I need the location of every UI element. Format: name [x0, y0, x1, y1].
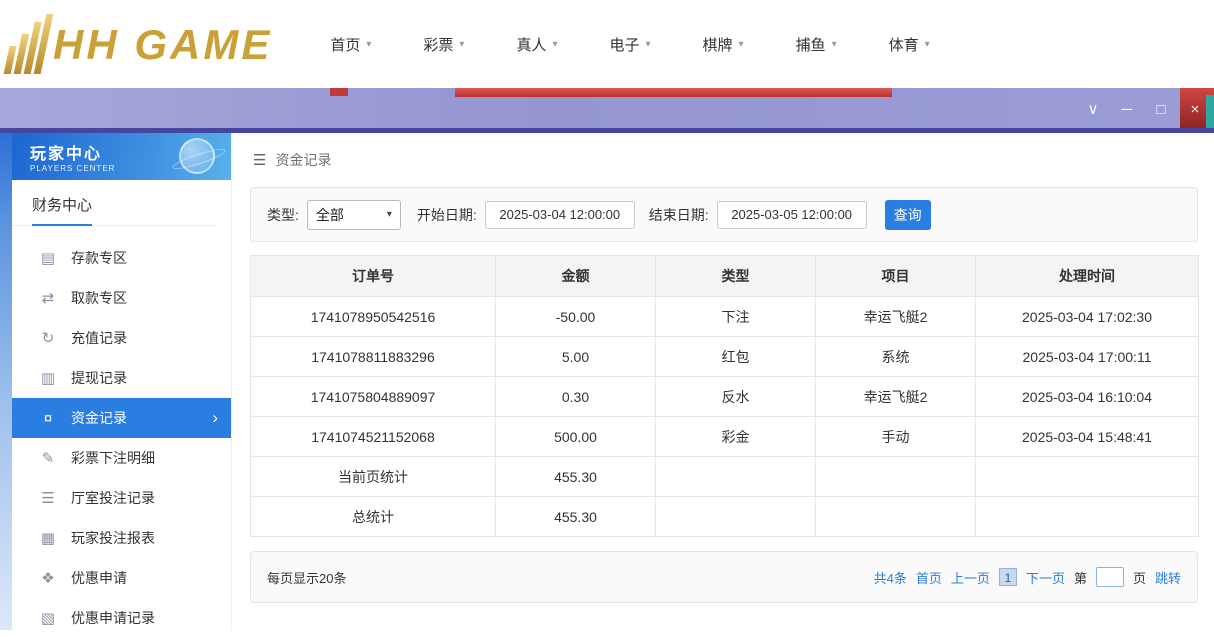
current-page-badge[interactable]: 1: [999, 568, 1017, 586]
main-nav: 首页 ▾ 彩票 ▾ 真人 ▾ 电子 ▾ 棋牌 ▾ 捕鱼 ▾ 体育 ▾: [330, 34, 929, 55]
banner-fragment: [455, 88, 892, 97]
sidebar-item-hall-bet-records[interactable]: ☰ 厅室投注记录: [12, 478, 231, 518]
window-close-button[interactable]: ×: [1186, 100, 1204, 120]
site-logo: HH GAME: [10, 14, 272, 74]
start-date-label: 开始日期:: [417, 205, 477, 225]
records-table: 订单号 金额 类型 项目 处理时间 1741078950542516 -50.0…: [250, 255, 1198, 537]
funds-icon: ¤: [39, 410, 57, 427]
chevron-down-icon: ▾: [387, 209, 392, 220]
table-row: 1741075804889097 0.30 反水 幸运飞艇2 2025-03-0…: [251, 377, 1199, 417]
sidebar-items: ▤ 存款专区 ⇄ 取款专区 ↻ 充值记录 ▥ 提现记录 ¤ 资金记录 › ✎ 彩…: [12, 238, 231, 638]
window-titlebar: ∨ ─ □ ×: [0, 88, 1214, 133]
hall-bets-icon: ☰: [39, 489, 57, 507]
filter-panel: 类型: 全部 ▾ 开始日期: 结束日期: 查询: [250, 187, 1198, 242]
sidebar-item-withdraw-zone[interactable]: ⇄ 取款专区: [12, 278, 231, 318]
chevron-down-icon: ▾: [739, 39, 744, 50]
table-row: 1741078811883296 5.00 红包 系统 2025-03-04 1…: [251, 337, 1199, 377]
recharge-icon: ↻: [39, 329, 57, 347]
table-row: 1741074521152068 500.00 彩金 手动 2025-03-04…: [251, 417, 1199, 457]
top-header: HH GAME 首页 ▾ 彩票 ▾ 真人 ▾ 电子 ▾ 棋牌 ▾ 捕鱼 ▾ 体育…: [0, 0, 1214, 88]
report-icon: ▦: [39, 529, 57, 547]
chevron-down-icon: ▾: [646, 39, 651, 50]
chevron-down-icon: ▾: [459, 39, 464, 50]
first-page-link[interactable]: 首页: [916, 568, 942, 587]
end-date-input[interactable]: [717, 201, 867, 229]
sidebar-item-promo-apply-records[interactable]: ▧ 优惠申请记录: [12, 598, 231, 638]
deposit-icon: ▤: [39, 249, 57, 267]
breadcrumb: ☰ 资金记录: [237, 133, 1214, 170]
pager: 共4条 首页 上一页 1 下一页 第 页 跳转: [874, 567, 1181, 587]
withdrawal-record-icon: ▥: [39, 369, 57, 387]
per-page-label: 每页显示20条: [267, 568, 346, 587]
player-center-sidebar: 玩家中心 PLAYERS CENTER 财务中心 ▤ 存款专区 ⇄ 取款专区 ↻…: [12, 133, 232, 630]
total-count: 共4条: [874, 568, 907, 587]
nav-item-home[interactable]: 首页 ▾: [330, 34, 371, 55]
window-collapse-button[interactable]: ∨: [1084, 100, 1102, 120]
banner-fragment: [330, 88, 348, 96]
col-type: 类型: [656, 256, 816, 297]
pagination-bar: 每页显示20条 共4条 首页 上一页 1 下一页 第 页 跳转: [250, 551, 1198, 603]
window-left-strip: [0, 133, 12, 630]
nav-item-fishing[interactable]: 捕鱼 ▾: [796, 34, 837, 55]
start-date-input[interactable]: [485, 201, 635, 229]
table-header-row: 订单号 金额 类型 项目 处理时间: [251, 256, 1199, 297]
query-button[interactable]: 查询: [885, 200, 931, 230]
window-titlebar-edge: [0, 128, 1214, 133]
col-order-id: 订单号: [251, 256, 496, 297]
table-summary-row-page: 当前页统计 455.30: [251, 457, 1199, 497]
page-title: 资金记录: [275, 150, 331, 170]
jump-suffix-label: 页: [1133, 568, 1146, 587]
jump-button[interactable]: 跳转: [1155, 568, 1181, 587]
col-process-time: 处理时间: [976, 256, 1199, 297]
nav-item-live[interactable]: 真人 ▾: [516, 34, 557, 55]
sidebar-item-withdrawal-records[interactable]: ▥ 提现记录: [12, 358, 231, 398]
window-maximize-button[interactable]: □: [1152, 100, 1170, 120]
sidebar-item-deposit-zone[interactable]: ▤ 存款专区: [12, 238, 231, 278]
type-select[interactable]: 全部 ▾: [307, 200, 401, 230]
nav-item-board-games[interactable]: 棋牌 ▾: [703, 34, 744, 55]
sidebar-item-promo-apply[interactable]: ❖ 优惠申请: [12, 558, 231, 598]
col-amount: 金额: [496, 256, 656, 297]
nav-item-sports[interactable]: 体育 ▾: [889, 34, 930, 55]
content-area: ☰ 资金记录 类型: 全部 ▾ 开始日期: 结束日期: 查询 订单号 金额 类型…: [237, 133, 1214, 630]
lottery-detail-icon: ✎: [39, 449, 57, 467]
nav-item-lottery[interactable]: 彩票 ▾: [423, 34, 464, 55]
sidebar-section-finance: 财务中心: [12, 180, 217, 226]
jump-prefix-label: 第: [1074, 568, 1087, 587]
next-page-link[interactable]: 下一页: [1026, 568, 1065, 587]
chevron-down-icon: ▾: [832, 39, 837, 50]
sidebar-item-recharge-records[interactable]: ↻ 充值记录: [12, 318, 231, 358]
withdraw-icon: ⇄: [39, 289, 57, 307]
window-controls: ∨ ─ □ ×: [1084, 100, 1204, 120]
banner-fragment: [1206, 95, 1214, 130]
sidebar-item-lottery-bet-details[interactable]: ✎ 彩票下注明细: [12, 438, 231, 478]
chevron-right-icon: ›: [212, 408, 218, 428]
sidebar-item-fund-records[interactable]: ¤ 资金记录 ›: [12, 398, 231, 438]
end-date-label: 结束日期:: [649, 205, 709, 225]
type-label: 类型:: [267, 205, 299, 225]
sidebar-header: 玩家中心 PLAYERS CENTER: [12, 133, 231, 180]
table-summary-row-total: 总统计 455.30: [251, 497, 1199, 537]
chevron-down-icon: ▾: [925, 39, 930, 50]
chevron-down-icon: ▾: [552, 39, 557, 50]
sidebar-item-player-bet-report[interactable]: ▦ 玩家投注报表: [12, 518, 231, 558]
chevron-down-icon: ▾: [366, 39, 371, 50]
promo-icon: ❖: [39, 569, 57, 587]
col-project: 项目: [816, 256, 976, 297]
nav-item-slots[interactable]: 电子 ▾: [609, 34, 650, 55]
menu-icon[interactable]: ☰: [253, 151, 266, 169]
logo-text: HH GAME: [53, 16, 272, 74]
promo-records-icon: ▧: [39, 609, 57, 627]
jump-page-input[interactable]: [1096, 567, 1124, 587]
globe-icon: [179, 138, 215, 174]
window-minimize-button[interactable]: ─: [1118, 100, 1136, 120]
table-row: 1741078950542516 -50.00 下注 幸运飞艇2 2025-03…: [251, 297, 1199, 337]
logo-bars-icon: [4, 14, 54, 74]
prev-page-link[interactable]: 上一页: [951, 568, 990, 587]
